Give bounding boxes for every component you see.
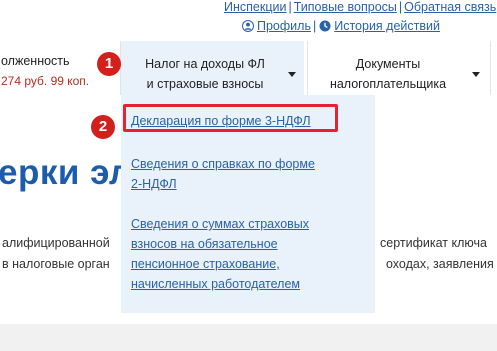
body-text: в налоговые орган: [2, 257, 110, 271]
menu-item-line: взносов на обязательное: [131, 237, 278, 251]
tab-ndfl-line1: Налог на доходы ФЛ: [145, 57, 265, 71]
user-icon: [242, 20, 254, 35]
tab-docs-line2: налогоплательщика: [329, 77, 447, 91]
inspections-link[interactable]: Инспекции: [224, 0, 286, 14]
tab-documents[interactable]: Документы налогоплательщика: [307, 41, 491, 95]
step-marker-1: 1: [97, 52, 121, 76]
step-marker-2: 2: [91, 115, 115, 139]
tab-ndfl-label: Налог на доходы ФЛ и страховые взносы: [133, 54, 277, 94]
highlight-box: [123, 104, 338, 132]
menu-item-line: Сведения о справках по форме: [131, 157, 315, 171]
feedback-link[interactable]: Обратная связь: [404, 0, 496, 14]
separator: |: [312, 19, 317, 33]
menu-item-2ndfl-certificates[interactable]: Сведения о справках по форме 2-НДФЛ: [131, 154, 315, 194]
footer-band: [0, 324, 497, 351]
tab-ndfl-line2: и страховые взносы: [146, 77, 264, 91]
tab-debt-title: олженность: [1, 54, 70, 68]
history-icon: [319, 20, 331, 35]
menu-item-line: начисленных работодателем: [131, 277, 301, 291]
menu-item-line: пенсионное страхование,: [131, 257, 280, 271]
tab-documents-label: Документы налогоплательщика: [316, 54, 460, 94]
tab-ndfl[interactable]: Налог на доходы ФЛ и страховые взносы: [121, 41, 304, 95]
separator: |: [288, 0, 292, 14]
menu-item-pension-contributions[interactable]: Сведения о суммах страховых взносов на о…: [131, 214, 309, 294]
header-links: Инспекции | Типовые вопросы | Обратная связь: [224, 0, 497, 16]
debt-amount: 274 руб. 99 коп.: [1, 74, 90, 88]
body-text: оходах, заявления: [386, 257, 494, 271]
menu-item-line: 2-НДФЛ: [131, 177, 177, 191]
separator: |: [398, 0, 403, 14]
caret-down-icon: [472, 72, 480, 77]
body-text: алифицированной: [2, 236, 110, 250]
tab-docs-line1: Документы: [355, 57, 421, 71]
menu-item-line: Сведения о суммах страховых: [131, 217, 310, 231]
faq-link[interactable]: Типовые вопросы: [294, 0, 397, 14]
history-link[interactable]: История действий: [334, 19, 440, 33]
caret-down-icon: [288, 72, 296, 77]
profile-link[interactable]: Профиль: [257, 19, 311, 33]
user-links: Профиль | История действий: [242, 19, 440, 35]
body-text: сертификат ключа: [380, 236, 487, 250]
